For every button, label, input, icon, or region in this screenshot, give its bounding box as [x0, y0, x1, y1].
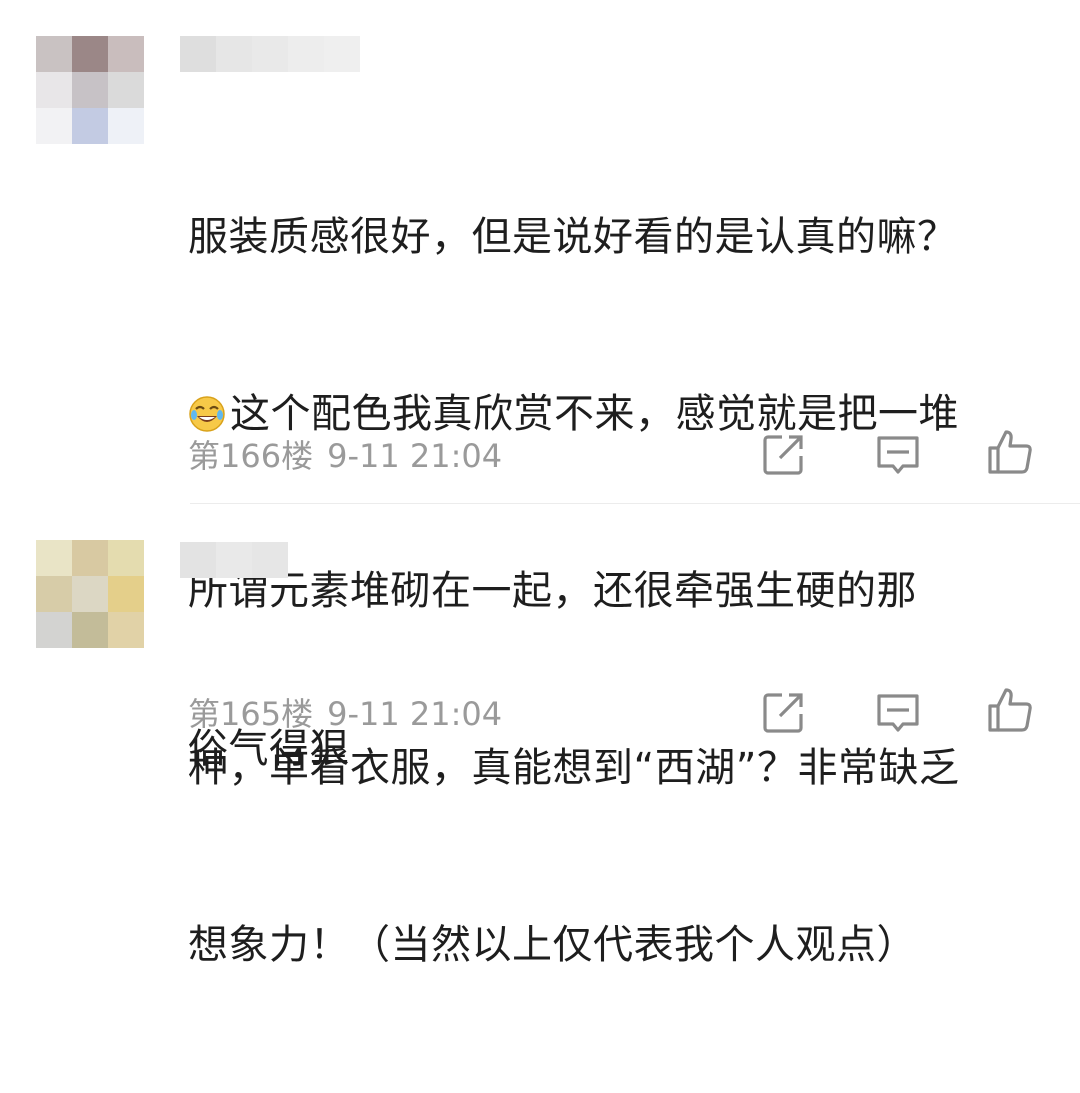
avatar-pixel: [72, 540, 108, 576]
username-pixel: [252, 542, 288, 578]
comment-text-line: 想象力！（当然以上仅代表我个人观点）: [188, 922, 917, 968]
comment-icon[interactable]: [874, 690, 922, 738]
avatar-pixel: [72, 612, 108, 648]
comment-meta: 第165楼 9-11 21:04: [188, 694, 516, 734]
floor-number: 第165楼: [188, 695, 314, 733]
comment-time: 9-11 21:04: [327, 695, 503, 733]
username-blurred[interactable]: [180, 542, 288, 578]
avatar[interactable]: [36, 540, 144, 648]
avatar-pixel: [108, 576, 144, 612]
avatar-pixel: [36, 612, 72, 648]
avatar-pixel: [72, 576, 108, 612]
thumbs-up-icon[interactable]: [986, 686, 1034, 734]
username-pixel: [180, 542, 216, 578]
username-pixel: [216, 542, 252, 578]
avatar-pixel: [108, 612, 144, 648]
avatar-pixel: [36, 576, 72, 612]
comment-item: 俗气得狠 第165楼 9-11 21:04: [0, 0, 1080, 772]
avatar-pixel: [108, 540, 144, 576]
comment-text: 俗气得狠: [188, 602, 1048, 897]
avatar-pixel: [36, 540, 72, 576]
share-icon[interactable]: [760, 688, 808, 736]
